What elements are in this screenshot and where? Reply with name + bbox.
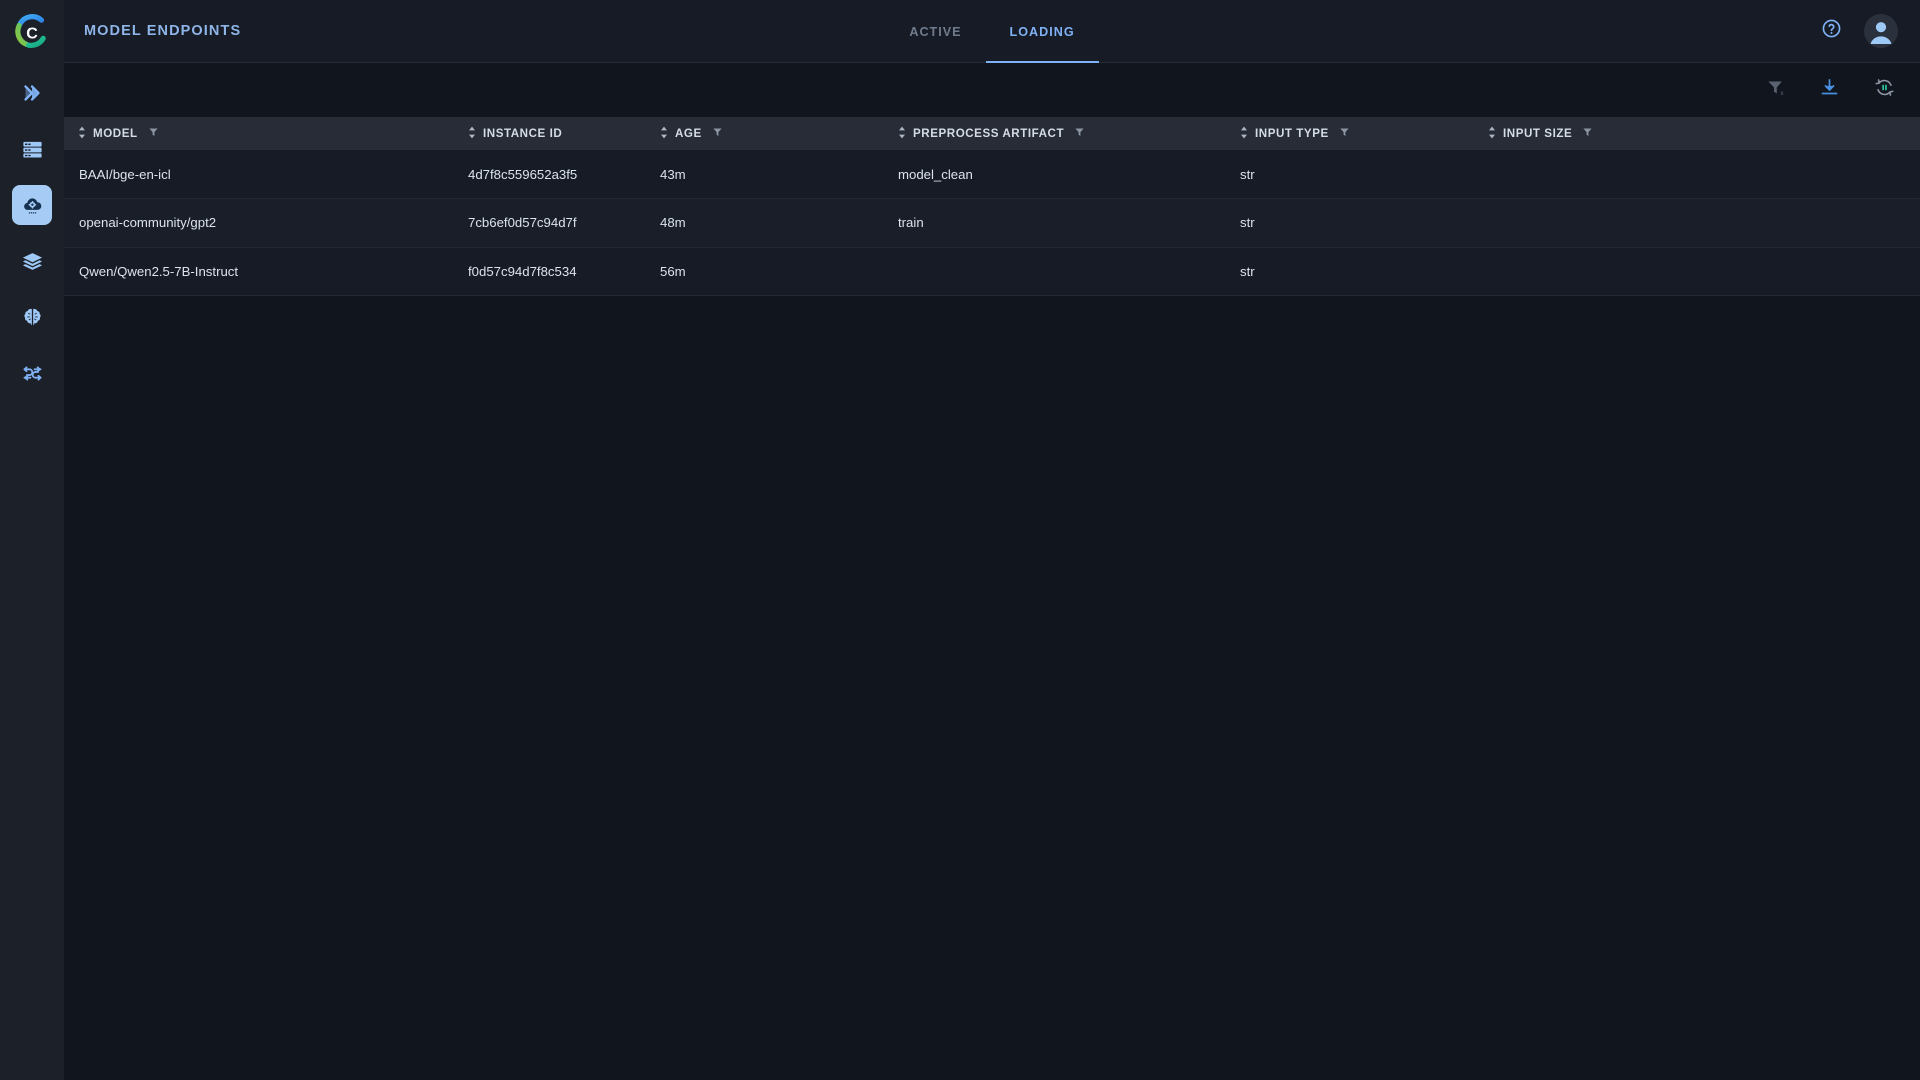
cell-model: Qwen/Qwen2.5-7B-Instruct [79, 263, 239, 279]
auto-refresh-pause-button[interactable] [1874, 77, 1895, 103]
sort-icon[interactable] [1240, 126, 1248, 142]
cell-input-type: str [1240, 166, 1255, 182]
cell-model: BAAI/bge-en-icl [79, 166, 171, 182]
table-toolbar: x [64, 63, 1920, 117]
cell-age: 48m [660, 215, 686, 231]
cell-input-size [1474, 199, 1920, 248]
cell-input-size [1474, 247, 1920, 296]
top-bar: MODEL ENDPOINTS ACTIVE LOADING [64, 0, 1920, 63]
column-label: MODEL [93, 127, 138, 140]
top-bar-actions [1821, 14, 1898, 48]
layers-stack-icon [21, 250, 44, 273]
column-instance-id[interactable]: INSTANCE ID [454, 117, 646, 150]
sort-icon[interactable] [468, 126, 476, 142]
sidebar-nav [0, 73, 64, 409]
filter-icon[interactable] [712, 126, 723, 141]
cell-age: 43m [660, 166, 686, 182]
sidebar-item-layers[interactable] [12, 241, 52, 281]
page-title: MODEL ENDPOINTS [84, 23, 242, 39]
cell-preprocess-artifact [884, 247, 1226, 296]
cell-instance-id: 4d7f8c559652a3f5 [468, 166, 578, 182]
tab-active[interactable]: ACTIVE [885, 0, 985, 63]
sort-icon[interactable] [78, 126, 86, 142]
refresh-pause-icon [1874, 77, 1895, 103]
help-button[interactable] [1821, 18, 1842, 44]
column-preprocess-artifact[interactable]: PREPROCESS ARTIFACT [884, 117, 1226, 150]
cell-instance-id: 7cb6ef0d57c94d7f [468, 215, 577, 231]
table-head: MODEL INSTANCE ID AGE PREPROCESS ARTIFAC… [64, 117, 1920, 150]
sort-icon[interactable] [898, 126, 906, 142]
cell-age: 56m [660, 263, 686, 279]
download-button[interactable] [1819, 77, 1840, 103]
pipeline-flow-icon [21, 362, 44, 385]
filter-icon[interactable] [1074, 126, 1085, 141]
column-label: PREPROCESS ARTIFACT [913, 127, 1065, 140]
column-input-size[interactable]: INPUT SIZE [1474, 117, 1920, 150]
column-label: INPUT SIZE [1503, 127, 1573, 140]
question-circle-icon [1821, 18, 1842, 44]
filter-icon[interactable] [1582, 126, 1593, 141]
column-label: INSTANCE ID [483, 127, 563, 140]
column-input-type[interactable]: INPUT TYPE [1226, 117, 1474, 150]
tab-loading[interactable]: LOADING [985, 0, 1099, 63]
filter-icon[interactable] [1339, 126, 1350, 141]
cell-instance-id: f0d57c94d7f8c534 [468, 263, 577, 279]
filter-clear-icon: x [1766, 78, 1785, 102]
app-root: C MODEL ENDPOINTS ACTIVE LOADING x MODEL… [0, 0, 1920, 1080]
svg-text:C: C [26, 25, 38, 42]
sidebar: C [0, 0, 64, 1080]
brain-icon [21, 306, 44, 329]
tab-bar: ACTIVE LOADING [64, 0, 1920, 63]
server-rack-icon [21, 138, 44, 161]
table-row[interactable]: BAAI/bge-en-icl 4d7f8c559652a3f5 43m mod… [64, 150, 1920, 199]
sidebar-item-model-endpoints[interactable] [12, 185, 52, 225]
cloud-gear-icon [21, 194, 44, 217]
table-header-row: MODEL INSTANCE ID AGE PREPROCESS ARTIFAC… [64, 117, 1920, 150]
table-row[interactable]: Qwen/Qwen2.5-7B-Instruct f0d57c94d7f8c53… [64, 247, 1920, 296]
column-age[interactable]: AGE [646, 117, 884, 150]
endpoints-table-area: MODEL INSTANCE ID AGE PREPROCESS ARTIFAC… [64, 117, 1920, 1080]
sidebar-item-flows[interactable] [12, 353, 52, 393]
sort-icon[interactable] [660, 126, 668, 142]
cell-preprocess-artifact: train [898, 215, 924, 231]
column-label: INPUT TYPE [1255, 127, 1329, 140]
filter-icon[interactable] [148, 126, 159, 141]
download-icon [1819, 77, 1840, 103]
table-body: BAAI/bge-en-icl 4d7f8c559652a3f5 43m mod… [64, 150, 1920, 296]
clear-filters-button[interactable]: x [1766, 78, 1785, 102]
cell-input-size [1474, 150, 1920, 199]
double-chevron-right-icon [20, 81, 44, 105]
app-logo[interactable]: C [0, 0, 64, 63]
cell-input-type: str [1240, 263, 1255, 279]
sidebar-item-ai-library[interactable] [12, 297, 52, 337]
cell-preprocess-artifact: model_clean [898, 166, 973, 182]
endpoints-table: MODEL INSTANCE ID AGE PREPROCESS ARTIFAC… [64, 117, 1920, 296]
user-avatar-icon [1870, 22, 1892, 44]
avatar[interactable] [1864, 14, 1898, 48]
svg-text:x: x [1780, 90, 1784, 97]
sort-icon[interactable] [1488, 126, 1496, 142]
cell-input-type: str [1240, 215, 1255, 231]
column-model[interactable]: MODEL [64, 117, 454, 150]
cell-model: openai-community/gpt2 [79, 215, 217, 231]
column-label: AGE [675, 127, 702, 140]
sidebar-item-datasets[interactable] [12, 129, 52, 169]
table-row[interactable]: openai-community/gpt2 7cb6ef0d57c94d7f 4… [64, 198, 1920, 248]
sidebar-item-experiments[interactable] [12, 73, 52, 113]
table-empty-space [64, 296, 1920, 1080]
cnvrg-logo-icon: C [15, 13, 46, 48]
main-content: MODEL ENDPOINTS ACTIVE LOADING x MODEL I… [64, 0, 1920, 1080]
